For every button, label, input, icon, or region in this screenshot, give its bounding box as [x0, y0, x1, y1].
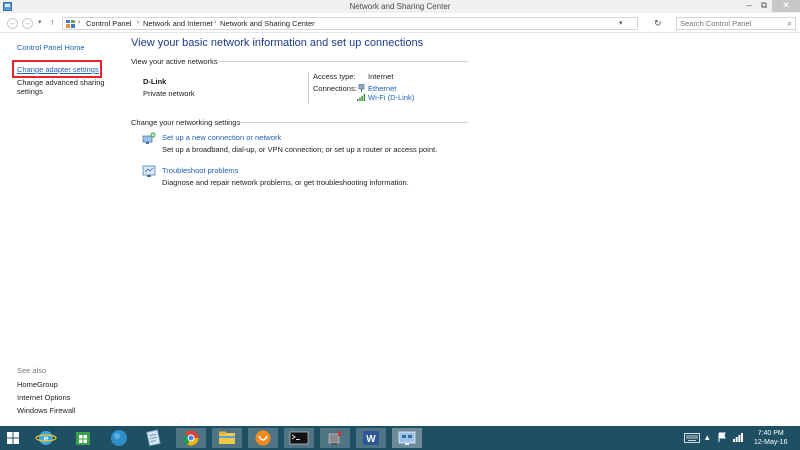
change-adapter-settings-link[interactable]: Change adapter settings [17, 65, 99, 74]
command-prompt-icon[interactable] [284, 428, 314, 448]
window-title: Network and Sharing Center [349, 2, 451, 11]
internet-explorer-icon[interactable]: e [33, 428, 63, 448]
action-center-flag-icon[interactable] [718, 432, 727, 445]
device-icon[interactable] [320, 428, 350, 448]
change-networking-settings-heading: Change your networking settings [131, 118, 241, 127]
navigation-bar: ← → ▾ ↑ › Control Panel › Network and In… [0, 13, 800, 33]
page-title: View your basic network information and … [131, 37, 424, 49]
show-hidden-icons-arrow[interactable]: ▴ [705, 432, 710, 443]
connections-label: Connections: [313, 84, 357, 93]
see-also-heading: See also [17, 366, 47, 375]
access-type-label: Access type: [313, 72, 356, 81]
word-icon[interactable]: W [356, 428, 386, 448]
search-icon[interactable]: ⌕ [788, 19, 792, 29]
svg-text:W: W [366, 434, 376, 445]
new-connection-icon [142, 132, 157, 147]
network-type-link[interactable]: Private network [143, 89, 195, 98]
troubleshoot-description: Diagnose and repair network problems, or… [162, 178, 409, 187]
forward-button[interactable]: → [22, 18, 33, 29]
homegroup-link[interactable]: HomeGroup [17, 380, 58, 389]
address-dropdown-button[interactable]: ▾ [619, 19, 623, 27]
recent-locations-dropdown[interactable]: ▾ [38, 18, 42, 26]
breadcrumb-network-and-internet[interactable]: Network and Internet [143, 19, 213, 28]
internet-options-link[interactable]: Internet Options [17, 393, 70, 402]
troubleshoot-icon [142, 165, 157, 180]
control-panel-home-link[interactable]: Control Panel Home [17, 43, 85, 52]
uc-browser-icon[interactable] [248, 428, 278, 448]
search-box[interactable]: ⌕ [676, 17, 796, 30]
wifi-connection-link[interactable]: Wi-Fi (D-Link) [368, 93, 414, 102]
divider [218, 61, 468, 62]
network-control-panel-icon[interactable] [392, 428, 422, 448]
up-button[interactable]: ↑ [50, 17, 55, 27]
change-advanced-sharing-link[interactable]: Change advanced sharing settings [17, 78, 105, 96]
start-icon[interactable] [3, 428, 33, 448]
clock-date: 12-May-16 [754, 439, 788, 446]
address-bar[interactable]: › Control Panel › Network and Internet ›… [62, 17, 638, 30]
ethernet-connection-link[interactable]: Ethernet [368, 84, 396, 93]
breadcrumb-control-panel[interactable]: Control Panel [86, 19, 131, 28]
network-signal-icon[interactable] [733, 432, 743, 444]
troubleshoot-problems-link[interactable]: Troubleshoot problems [162, 166, 238, 175]
divider [308, 72, 309, 104]
change-advanced-sharing-line2: settings [17, 87, 43, 96]
wifi-signal-icon [357, 93, 366, 103]
back-button[interactable]: ← [7, 18, 18, 29]
notepad-icon[interactable] [140, 428, 170, 448]
minimize-button[interactable]: – [742, 0, 756, 12]
breadcrumb-network-and-sharing-center[interactable]: Network and Sharing Center [220, 19, 315, 28]
keyboard-icon[interactable] [684, 433, 700, 445]
file-explorer-icon[interactable] [212, 428, 242, 448]
divider [236, 122, 468, 123]
restore-button[interactable]: ⧉ [757, 0, 771, 12]
network-name: D-Link [143, 77, 167, 86]
globe-icon[interactable] [106, 428, 136, 448]
search-input[interactable] [677, 18, 781, 29]
active-networks-heading: View your active networks [131, 57, 218, 66]
refresh-button[interactable]: ↻ [654, 18, 662, 29]
setup-connection-link[interactable]: Set up a new connection or network [162, 133, 281, 142]
access-type-value: Internet [368, 72, 394, 81]
close-button[interactable]: ✕ [772, 0, 800, 12]
title-bar: Network and Sharing Center – ⧉ ✕ [0, 0, 800, 13]
change-advanced-sharing-line1: Change advanced sharing [17, 78, 105, 87]
setup-connection-description: Set up a broadband, dial-up, or VPN conn… [162, 145, 438, 154]
taskbar-clock[interactable]: 7:40 PM 12-May-16 [754, 429, 787, 447]
windows-firewall-link[interactable]: Windows Firewall [17, 406, 75, 415]
control-panel-icon [66, 20, 75, 30]
chrome-icon[interactable] [176, 428, 206, 448]
clock-time: 7:40 PM [757, 430, 784, 437]
store-icon[interactable] [70, 428, 100, 448]
